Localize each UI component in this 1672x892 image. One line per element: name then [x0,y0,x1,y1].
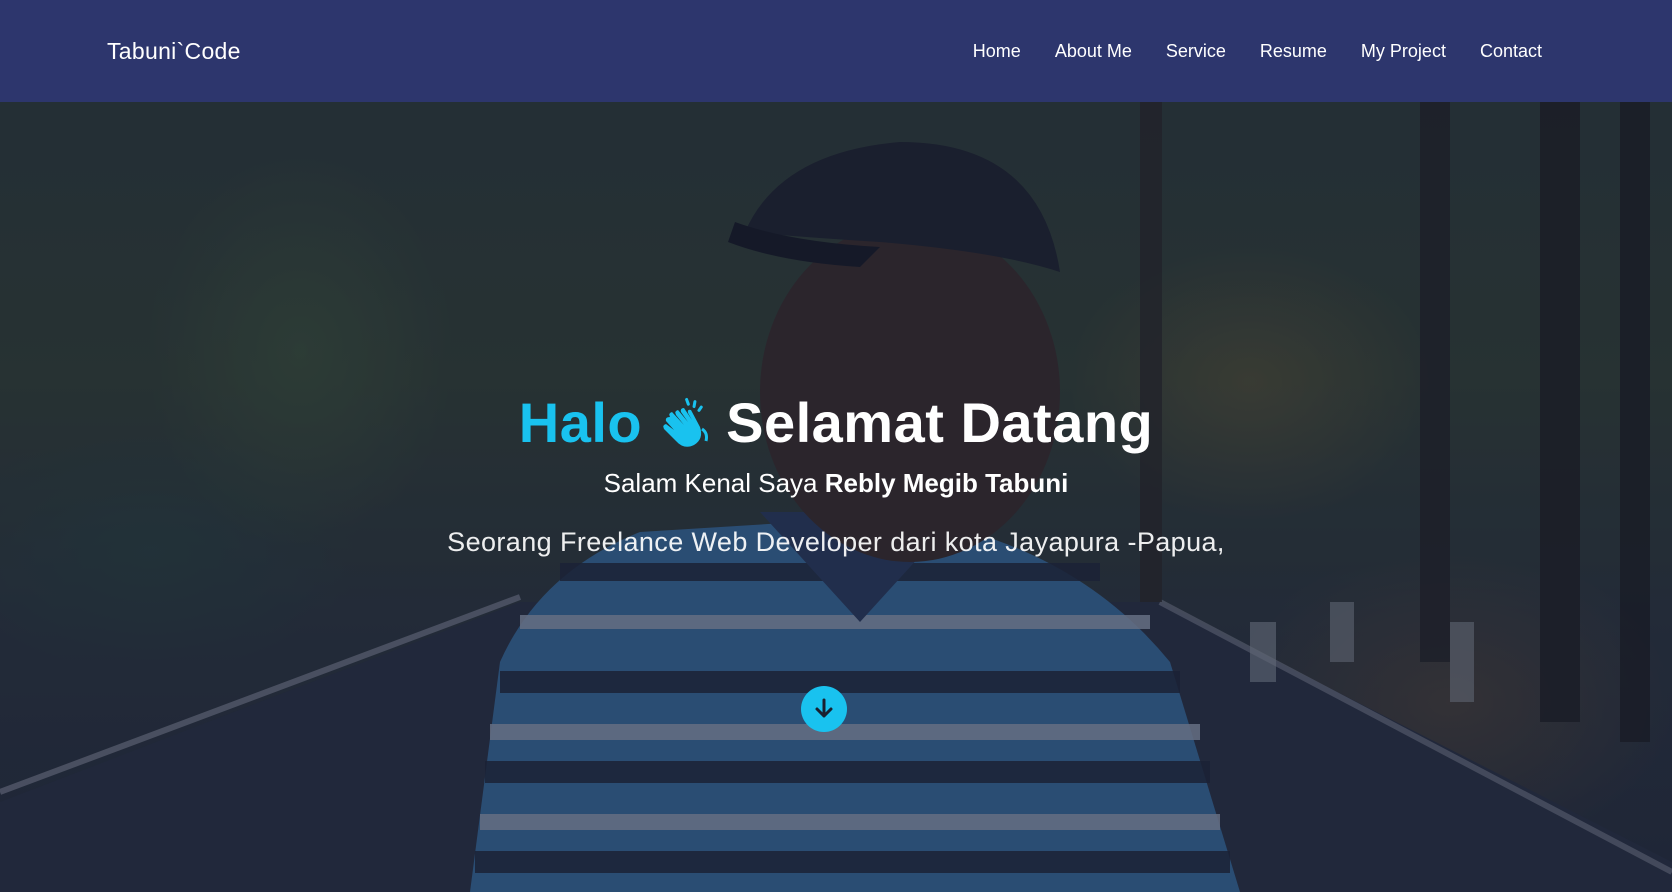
nav-item-home: Home [973,41,1021,62]
hero-tagline: Seorang Freelance Web Developer dari kot… [447,527,1225,557]
nav-link-home[interactable]: Home [973,41,1021,61]
arrow-down-circle-icon [815,698,833,718]
hero-content: Halo Selamat Datang Salam Kenal Saya Reb… [0,102,1672,892]
hero-subtitle-name: Rebly Megib Tabuni [824,468,1069,498]
navbar: Tabuni`Code Home About Me Service Resume… [0,0,1672,102]
brand-logo[interactable]: Tabuni`Code [107,38,241,65]
hero-title: Halo Selamat Datang [0,390,1672,455]
nav-link-contact[interactable]: Contact [1480,41,1542,61]
waving-hand-icon [663,397,709,447]
hero-title-rest: Selamat Datang [726,391,1154,454]
hero-subtitle: Salam Kenal Saya Rebly Megib Tabuni [0,468,1672,499]
hero-section: Halo Selamat Datang Salam Kenal Saya Reb… [0,102,1672,892]
nav-item-contact: Contact [1480,41,1542,62]
hero-subtitle-prefix: Salam Kenal Saya [603,468,818,498]
nav-item-resume: Resume [1260,41,1327,62]
nav-link-resume[interactable]: Resume [1260,41,1327,61]
nav-item-project: My Project [1361,41,1446,62]
nav-link-service[interactable]: Service [1166,41,1226,61]
nav-menu: Home About Me Service Resume My Project … [973,41,1542,62]
hero-title-accent: Halo [518,391,643,454]
nav-item-service: Service [1166,41,1226,62]
nav-link-project[interactable]: My Project [1361,41,1446,61]
nav-item-about: About Me [1055,41,1132,62]
scroll-down-button[interactable] [801,686,847,732]
nav-link-about[interactable]: About Me [1055,41,1132,61]
